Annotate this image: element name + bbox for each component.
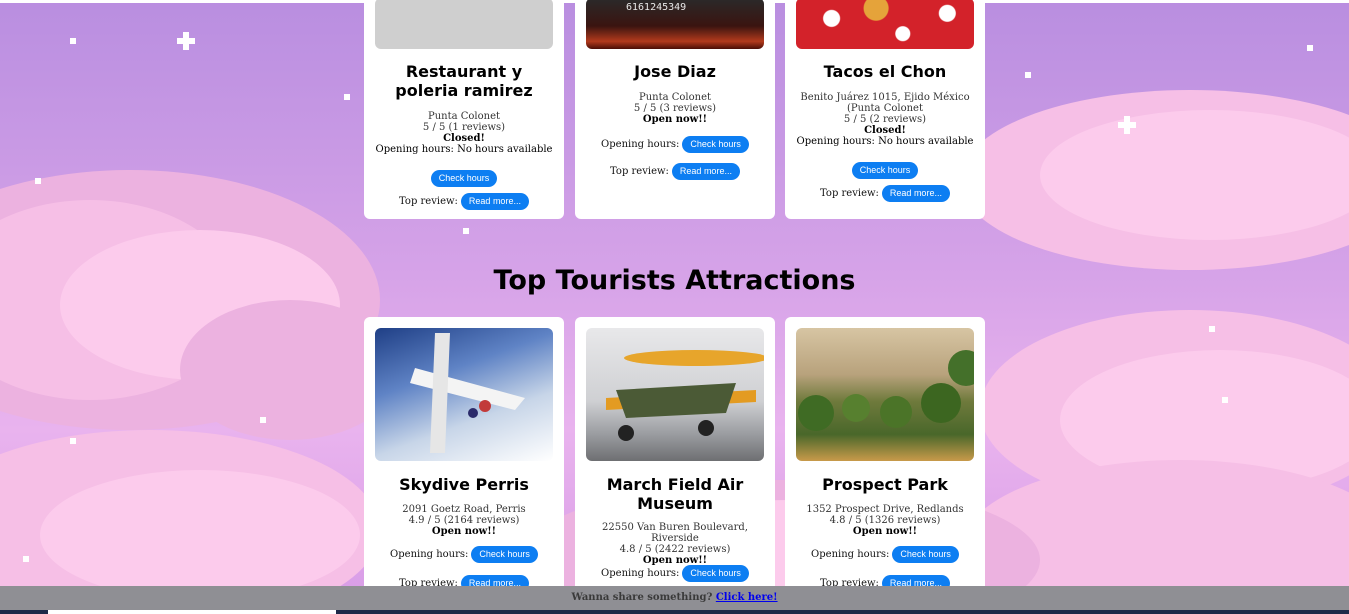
- card-status: Open now!!: [642, 114, 708, 125]
- card-rating: 4.9 / 5 (2164 reviews): [408, 515, 520, 526]
- card-location: Punta Colonet: [427, 111, 501, 122]
- park-trees-icon: [798, 350, 974, 431]
- read-more-button[interactable]: Read more...: [671, 163, 740, 180]
- card-status: Closed!: [443, 133, 485, 144]
- share-link[interactable]: Click here!: [716, 592, 778, 603]
- attraction-card: March Field Air Museum 22550 Van Buren B…: [575, 317, 775, 607]
- attraction-image: [586, 328, 764, 461]
- card-title: Prospect Park: [822, 475, 948, 494]
- restaurant-card: 6161245349 Jose Diaz Punta Colonet 5 / 5…: [575, 0, 775, 219]
- card-status: Closed!: [864, 125, 906, 136]
- opening-hours-label: Opening hours:: [811, 549, 890, 560]
- top-review-label: Top review:: [820, 188, 879, 199]
- card-location: 2091 Goetz Road, Perris: [402, 504, 526, 515]
- card-rating: 4.8 / 5 (2422 reviews): [619, 544, 731, 555]
- attraction-image: [796, 328, 974, 461]
- opening-hours-label: Opening hours:: [601, 139, 680, 150]
- card-rating: 4.8 / 5 (1326 reviews): [829, 515, 941, 526]
- check-hours-button[interactable]: Check hours: [851, 162, 919, 179]
- card-location: Punta Colonet: [638, 92, 712, 103]
- card-status: Open now!!: [852, 526, 918, 537]
- section-heading: Top Tourists Attractions: [493, 265, 856, 296]
- image-phone-text: 6161245349: [626, 2, 687, 13]
- card-status: Open now!!: [431, 526, 497, 537]
- share-footer-bar: Wanna share something? Click here!: [0, 586, 1349, 610]
- check-hours-button[interactable]: Check hours: [682, 136, 749, 153]
- attraction-card: Prospect Park 1352 Prospect Drive, Redla…: [785, 317, 985, 607]
- check-hours-button[interactable]: Check hours: [892, 546, 959, 563]
- restaurant-image: 6161245349: [586, 0, 764, 49]
- card-hours-text: Opening hours: No hours available: [796, 136, 974, 147]
- bottom-strip: [0, 610, 1349, 614]
- share-prompt: Wanna share something?: [571, 592, 713, 603]
- opening-hours-label: Opening hours:: [390, 549, 469, 560]
- card-location: 1352 Prospect Drive, Redlands: [806, 504, 964, 515]
- top-review-label: Top review:: [610, 166, 669, 177]
- top-review-label: Top review:: [399, 196, 458, 207]
- restaurant-card: Restaurant y poleria ramirez Punta Colon…: [364, 0, 564, 219]
- card-title: Jose Diaz: [634, 62, 716, 81]
- card-title: Tacos el Chon: [823, 62, 947, 81]
- attraction-image: [375, 328, 553, 461]
- check-hours-button[interactable]: Check hours: [471, 546, 538, 563]
- card-location: 22550 Van Buren Boulevard, Riverside: [602, 522, 748, 544]
- restaurant-image-placeholder: [375, 0, 553, 49]
- card-rating: 5 / 5 (3 reviews): [633, 103, 717, 114]
- check-hours-button[interactable]: Check hours: [682, 565, 749, 582]
- read-more-button[interactable]: Read more...: [881, 185, 950, 202]
- card-title: March Field Air Museum: [606, 475, 744, 513]
- card-rating: 5 / 5 (1 reviews): [422, 122, 506, 133]
- restaurant-image: [796, 0, 974, 49]
- read-more-button[interactable]: Read more...: [460, 193, 529, 210]
- biplane-icon: [606, 350, 764, 441]
- card-rating: 5 / 5 (2 reviews): [843, 114, 927, 125]
- card-title: Skydive Perris: [399, 475, 529, 494]
- opening-hours-label: Opening hours:: [601, 568, 680, 579]
- card-title: Restaurant y poleria ramirez: [395, 62, 533, 100]
- card-location: Benito Juárez 1015, Ejido México (Punta …: [800, 92, 970, 114]
- card-hours-text: Opening hours: No hours available: [375, 144, 553, 155]
- check-hours-button[interactable]: Check hours: [430, 170, 498, 187]
- attraction-card: Skydive Perris 2091 Goetz Road, Perris 4…: [364, 317, 564, 607]
- restaurant-card: Tacos el Chon Benito Juárez 1015, Ejido …: [785, 0, 985, 219]
- skydive-plane-icon: [410, 333, 525, 453]
